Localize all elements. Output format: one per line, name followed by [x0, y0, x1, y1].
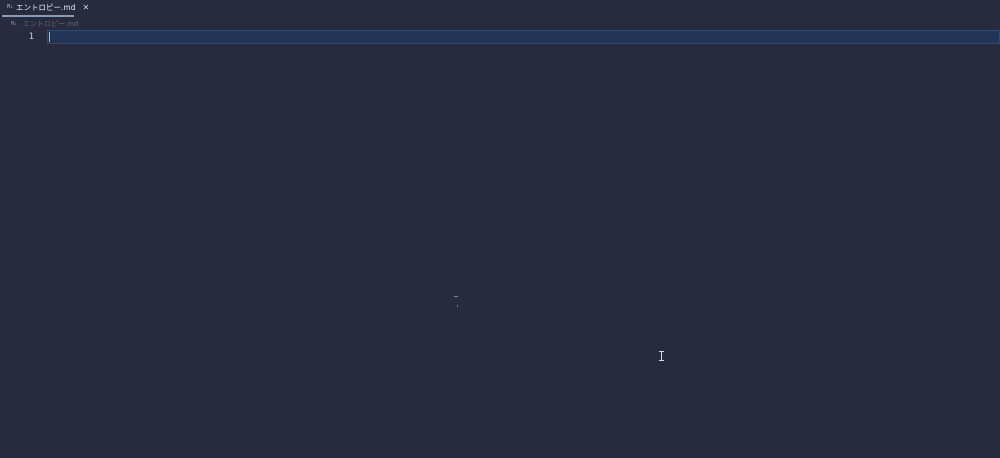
markdown-icon: M↓	[11, 20, 18, 27]
breadcrumb-file-label[interactable]: エントロピー.md	[23, 20, 79, 28]
text-cursor-icon	[658, 351, 665, 361]
tab-bar: M↓ エントロピー.md ✕	[0, 0, 1000, 18]
tab-label: エントロピー.md	[16, 2, 76, 12]
current-line-highlight	[47, 30, 1000, 44]
editor-window: M↓ エントロピー.md ✕ M↓ エントロピー.md 1	[0, 0, 1000, 458]
line-number: 1	[28, 32, 34, 42]
markdown-icon: M↓	[7, 4, 14, 10]
breadcrumb[interactable]: M↓ エントロピー.md	[11, 19, 79, 29]
close-icon[interactable]: ✕	[82, 3, 89, 12]
tab-entropy-md[interactable]: M↓ エントロピー.md ✕	[2, 0, 89, 17]
text-caret	[49, 32, 50, 42]
scroll-artifact	[454, 296, 462, 308]
text-editor[interactable]: 1	[0, 29, 1000, 458]
